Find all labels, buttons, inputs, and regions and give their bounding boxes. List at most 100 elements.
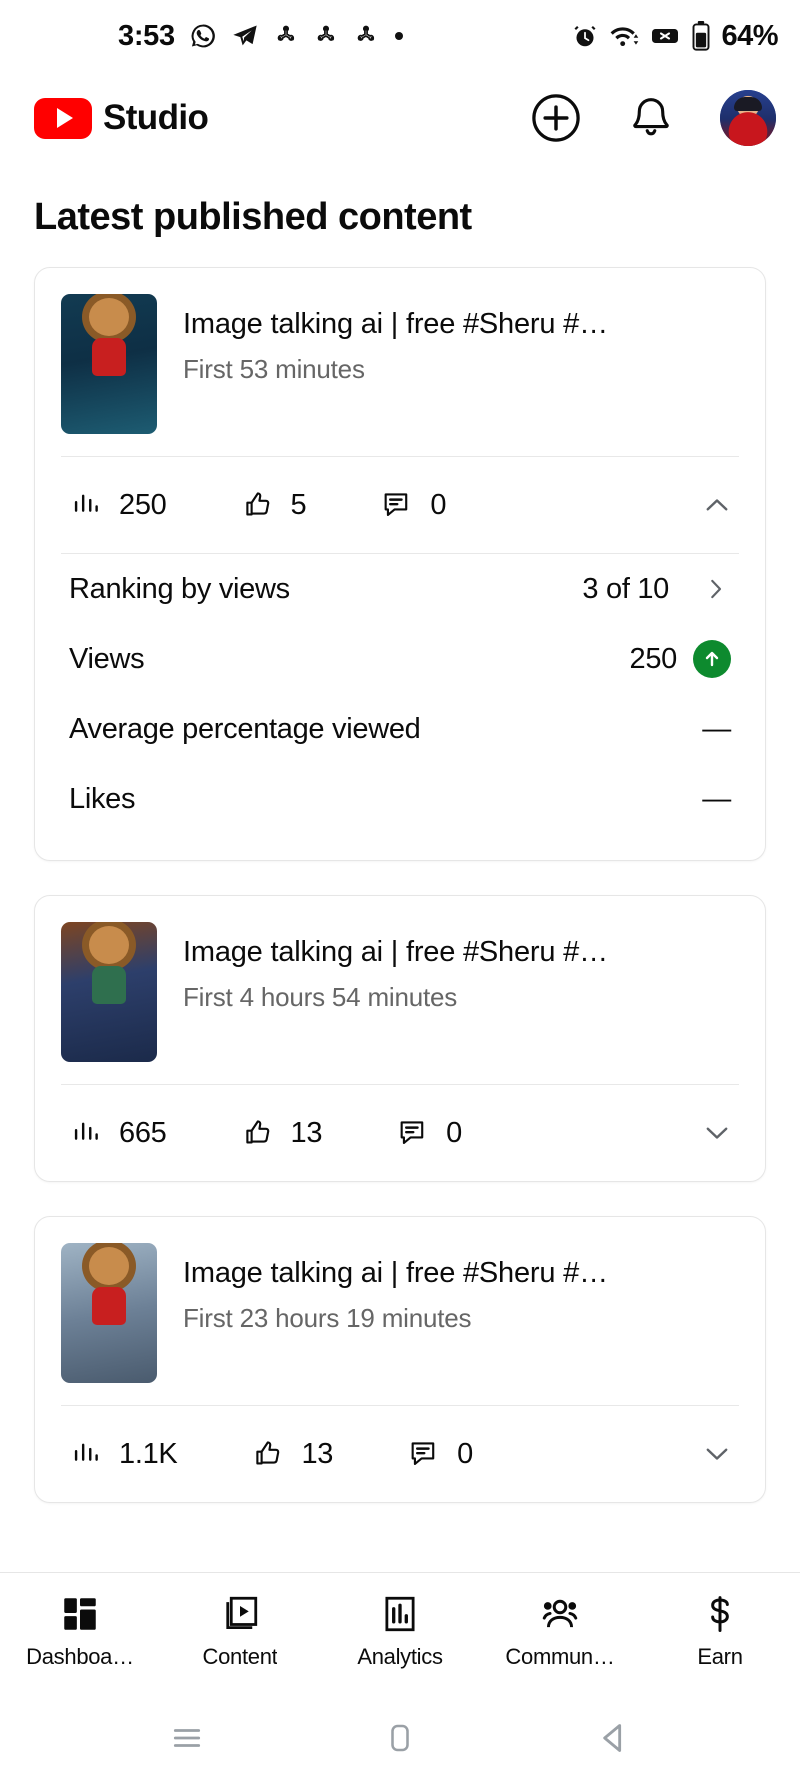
video-card[interactable]: Image talking ai | free #Sheru #… First …: [34, 267, 766, 861]
metric-value-wrap: 250: [629, 640, 731, 678]
nav-item-dashboard[interactable]: Dashboa…: [0, 1593, 160, 1670]
avatar-hair: [734, 97, 762, 111]
status-bar: 3:53 64%: [0, 0, 800, 72]
likes-value: 13: [301, 1437, 334, 1470]
expand-card-button[interactable]: [695, 1111, 739, 1155]
app-header-actions: [530, 90, 776, 146]
thumbs-up-icon: [245, 1120, 269, 1144]
trending-up-badge-icon: [693, 640, 731, 678]
expand-card-button[interactable]: [695, 1432, 739, 1476]
views-value: 1.1K: [119, 1437, 178, 1470]
create-icon[interactable]: [530, 92, 582, 144]
nav-label: Analytics: [357, 1644, 443, 1669]
thumbnail-character-head: [89, 926, 129, 964]
home-button[interactable]: [370, 1708, 430, 1768]
likes-stat: 13: [251, 1437, 333, 1471]
views-stat: 250: [69, 488, 167, 522]
studio-brand[interactable]: Studio: [34, 97, 209, 139]
comment-icon: [384, 493, 408, 516]
metric-row[interactable]: Ranking by views 3 of 10: [61, 554, 739, 624]
system-navigation-bar: [0, 1690, 800, 1786]
likes-value: 5: [290, 488, 307, 521]
video-stats-row: 1.1K 13 0: [35, 1406, 765, 1502]
metric-value: —: [702, 782, 731, 815]
thumbnail-character-body: [92, 966, 126, 1004]
status-bar-left: 3:53: [118, 20, 405, 53]
video-title: Image talking ai | free #Sheru #…: [183, 936, 608, 968]
views-value: 665: [119, 1116, 167, 1149]
recents-icon: [173, 1729, 200, 1747]
nav-item-analytics[interactable]: Analytics: [320, 1593, 480, 1670]
battery-icon: [692, 21, 710, 51]
metric-label: Views: [69, 642, 145, 675]
metric-row[interactable]: Likes —: [61, 764, 739, 834]
chevron-up-icon: [706, 499, 728, 511]
community-icon: [542, 1599, 578, 1628]
video-card-header[interactable]: Image talking ai | free #Sheru #… First …: [35, 1217, 765, 1383]
recents-button[interactable]: [157, 1708, 217, 1768]
comments-stat: 0: [380, 488, 446, 522]
nav-label: Dashboa…: [26, 1644, 134, 1669]
video-stats-row: 250 5 0: [35, 457, 765, 553]
dot-icon: [394, 32, 403, 40]
thumbnail-character-head: [89, 1247, 129, 1285]
home-icon: [391, 1724, 409, 1752]
thumbs-up-icon: [245, 492, 269, 516]
video-thumbnail[interactable]: [61, 922, 157, 1062]
notifications-icon[interactable]: [626, 93, 676, 143]
metric-value: 250: [629, 642, 678, 675]
metric-value-wrap: —: [702, 783, 731, 816]
comment-icon: [400, 1121, 424, 1144]
likes-stat: 5: [241, 488, 307, 522]
nav-label: Earn: [697, 1644, 743, 1669]
sync-icon: [277, 25, 294, 41]
chevron-right-icon[interactable]: [701, 574, 731, 604]
video-card-meta: Image talking ai | free #Sheru #… First …: [183, 294, 739, 385]
comments-value: 0: [430, 488, 447, 521]
nav-label: Commun…: [505, 1644, 615, 1669]
wifi-icon: [611, 27, 639, 47]
views-value: 250: [119, 488, 167, 521]
metric-value: 3 of 10: [582, 572, 669, 605]
back-button[interactable]: [583, 1708, 643, 1768]
sync-icon: [357, 25, 374, 41]
views-stat: 1.1K: [69, 1437, 178, 1471]
phone-screen: 3:53 64% Studio Latest published content…: [0, 0, 800, 1786]
comment-icon: [411, 1442, 435, 1465]
no-sim-icon: [652, 29, 679, 43]
metric-label: Likes: [69, 782, 136, 815]
video-title: Image talking ai | free #Sheru #…: [183, 1257, 608, 1289]
video-card-meta: Image talking ai | free #Sheru #… First …: [183, 922, 739, 1013]
thumbs-up-icon: [256, 1441, 280, 1465]
video-thumbnail[interactable]: [61, 294, 157, 434]
video-card-meta: Image talking ai | free #Sheru #… First …: [183, 1243, 739, 1334]
metric-value-wrap: —: [702, 713, 731, 746]
metric-row[interactable]: Average percentage viewed —: [61, 694, 739, 764]
video-thumbnail[interactable]: [61, 1243, 157, 1383]
nav-item-community[interactable]: Commun…: [480, 1593, 640, 1670]
metric-label: Ranking by views: [69, 572, 290, 605]
collapse-card-button[interactable]: [695, 483, 739, 527]
avatar[interactable]: [720, 90, 776, 146]
video-title: Image talking ai | free #Sheru #…: [183, 308, 608, 340]
video-card[interactable]: Image talking ai | free #Sheru #… First …: [34, 1216, 766, 1503]
brand-label: Studio: [103, 98, 209, 137]
video-card-header[interactable]: Image talking ai | free #Sheru #… First …: [35, 896, 765, 1062]
back-icon: [603, 1724, 622, 1752]
chevron-down-icon: [706, 1448, 728, 1460]
likes-stat: 13: [241, 1116, 322, 1150]
content-icon: [226, 1596, 258, 1630]
nav-item-earn[interactable]: Earn: [640, 1593, 800, 1670]
nav-item-content[interactable]: Content: [160, 1593, 320, 1670]
comments-stat: 0: [396, 1116, 462, 1150]
page-title: Latest published content: [34, 196, 472, 238]
video-subtitle: First 53 minutes: [183, 354, 365, 384]
views-icon: [74, 1122, 98, 1140]
nav-label: Content: [202, 1644, 278, 1669]
video-stats-row: 665 13 0: [35, 1085, 765, 1181]
main-content: Latest published content Image talking a…: [0, 164, 800, 1572]
video-card[interactable]: Image talking ai | free #Sheru #… First …: [34, 895, 766, 1182]
metric-row[interactable]: Views 250: [61, 624, 739, 694]
youtube-logo: [34, 97, 92, 139]
video-card-header[interactable]: Image talking ai | free #Sheru #… First …: [35, 268, 765, 434]
